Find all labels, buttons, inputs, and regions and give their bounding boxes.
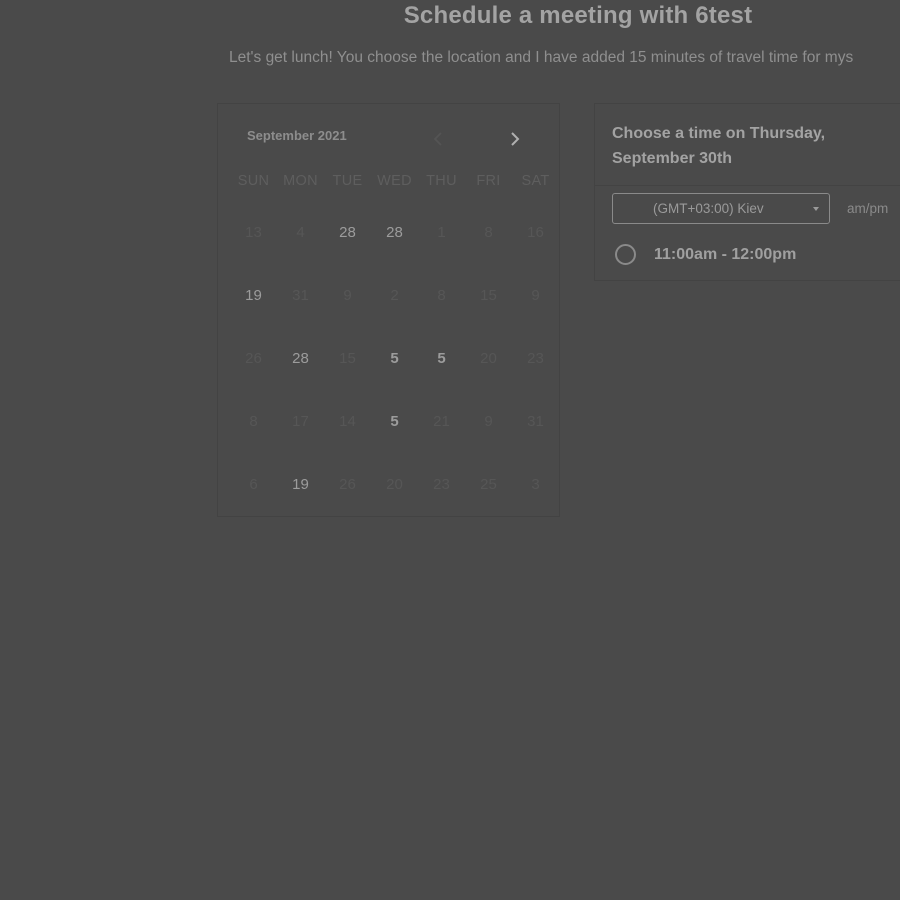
calendar-day: 20 (386, 476, 403, 493)
calendar-day-available[interactable]: 19 (230, 284, 277, 308)
calendar-day-available[interactable]: 5 (371, 410, 418, 434)
calendar-day: 17 (292, 413, 309, 430)
weekday-label: SAT (521, 173, 550, 189)
caret-down-icon (813, 207, 819, 211)
weekday-label: MON (283, 173, 318, 189)
calendar-day: 31 (527, 413, 544, 430)
calendar-day: 9 (531, 287, 540, 304)
scheduling-page: Schedule a meeting with 6test Let's get … (0, 0, 900, 900)
calendar-week-row: 26 28 15 5 5 20 23 (230, 347, 559, 371)
calendar-day: 23 (527, 350, 544, 367)
calendar: September 2021 SUN MON TUE WED THU FRI S… (217, 103, 560, 517)
radio-button[interactable] (615, 244, 636, 265)
time-format-toggle[interactable]: am/pm (847, 201, 888, 216)
calendar-day-available[interactable]: 19 (277, 473, 324, 497)
calendar-day: 1 (437, 224, 446, 241)
weekday-label: TUE (332, 173, 363, 189)
calendar-day-available[interactable]: 28 (371, 221, 418, 245)
chevron-right-icon (511, 132, 520, 146)
calendar-day: 6 (249, 476, 258, 493)
calendar-day-available[interactable]: 28 (277, 347, 324, 371)
calendar-day: 8 (437, 287, 446, 304)
calendar-day: 21 (433, 413, 450, 430)
timezone-value: (GMT+03:00) Kiev (653, 201, 764, 216)
previous-month-button[interactable] (428, 128, 448, 152)
calendar-week-row: 13 4 28 28 1 8 16 (230, 221, 559, 245)
calendar-day: 15 (480, 287, 497, 304)
calendar-day: 8 (484, 224, 493, 241)
next-month-button[interactable] (505, 128, 525, 152)
chevron-left-icon (433, 132, 442, 146)
weekday-header: SUN MON TUE WED THU FRI SAT (230, 173, 559, 189)
calendar-week-row: 8 17 14 5 21 9 31 (230, 410, 559, 434)
calendar-day: 13 (245, 224, 262, 241)
weekday-label: THU (426, 173, 457, 189)
calendar-day-available[interactable]: 5 (371, 347, 418, 371)
calendar-day-available[interactable]: 5 (418, 347, 465, 371)
calendar-day: 23 (433, 476, 450, 493)
calendar-day: 15 (339, 350, 356, 367)
calendar-week-row: 19 31 9 2 8 15 9 (230, 284, 559, 308)
time-panel-heading: Choose a time on Thursday, September 30t… (612, 125, 826, 167)
calendar-day: 16 (527, 224, 544, 241)
calendar-day: 3 (531, 476, 540, 493)
calendar-month-label: September 2021 (247, 128, 347, 143)
calendar-day: 9 (484, 413, 493, 430)
calendar-day: 9 (343, 287, 352, 304)
weekday-label: FRI (476, 173, 501, 189)
weekday-label: WED (377, 173, 412, 189)
calendar-day: 26 (245, 350, 262, 367)
time-selection-panel: Choose a time on Thursday, September 30t… (594, 103, 900, 281)
calendar-day: 14 (339, 413, 356, 430)
time-slot-label: 11:00am - 12:00pm (654, 246, 797, 263)
panel-divider (595, 185, 900, 186)
calendar-day-available[interactable]: 28 (324, 221, 371, 245)
calendar-day: 4 (296, 224, 305, 241)
timezone-select[interactable]: (GMT+03:00) Kiev (612, 193, 830, 224)
calendar-day: 25 (480, 476, 497, 493)
calendar-day: 26 (339, 476, 356, 493)
page-subtitle: Let's get lunch! You choose the location… (229, 49, 854, 66)
page-title: Schedule a meeting with 6test (403, 2, 753, 29)
calendar-week-row: 6 19 26 20 23 25 3 (230, 473, 559, 497)
calendar-day: 2 (390, 287, 399, 304)
weekday-label: SUN (237, 173, 270, 189)
calendar-day: 20 (480, 350, 497, 367)
calendar-day: 31 (292, 287, 309, 304)
calendar-day: 8 (249, 413, 258, 430)
